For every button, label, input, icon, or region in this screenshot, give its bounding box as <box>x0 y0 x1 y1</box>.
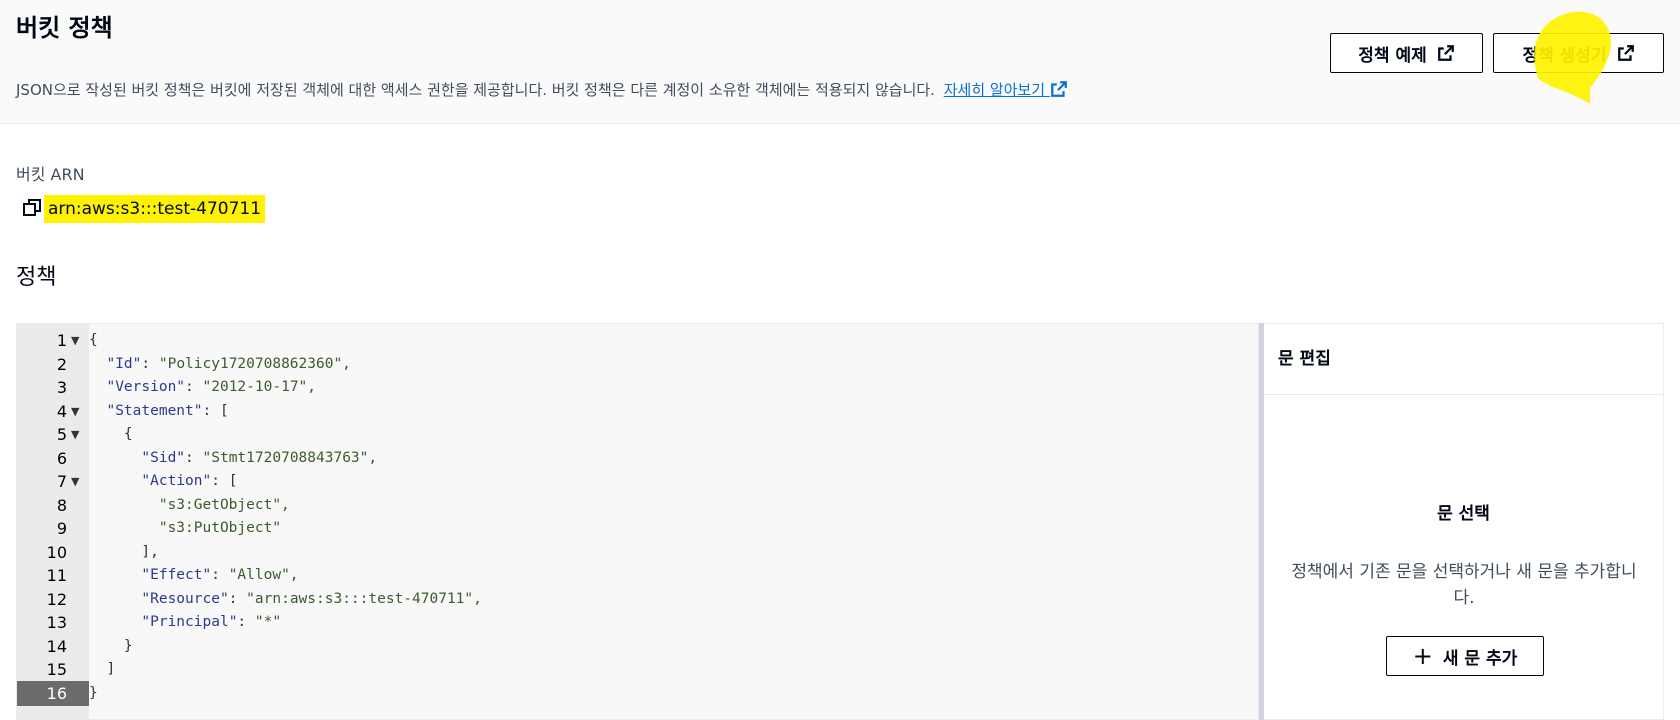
code-text: "s3:PutObject" <box>158 520 282 536</box>
code-line[interactable]: 15 ] <box>17 657 1258 682</box>
line-number: 6 <box>56 448 67 468</box>
code-line[interactable]: 5 ▼ { <box>17 422 1258 447</box>
code-text: { <box>89 332 98 348</box>
code-line[interactable]: 1 ▼ { <box>17 328 1258 353</box>
code-line[interactable]: 4 ▼ "Statement": [ <box>17 399 1258 424</box>
fold-toggle-icon[interactable]: ▼ <box>71 328 79 353</box>
line-number: 1 <box>56 331 67 350</box>
fold-toggle-icon[interactable]: ▼ <box>71 399 79 424</box>
code-line[interactable]: 3 "Version": "2012-10-17", <box>17 375 1258 400</box>
code-text: "s3:GetObject", <box>158 496 290 513</box>
add-new-statement-button[interactable]: + 새 문 추가 <box>1386 636 1544 676</box>
code-line[interactable]: 10 ], <box>17 540 1258 565</box>
line-number: 5 <box>56 425 67 444</box>
description-text: JSON으로 작성된 버킷 정책은 버킷에 저장된 객체에 대한 액세스 권한을… <box>16 81 935 99</box>
code-line[interactable]: 6 "Sid": "Stmt1720708843763", <box>17 446 1258 471</box>
line-number: 16 <box>17 680 89 706</box>
external-link-icon <box>1437 45 1454 61</box>
code-text: "Statement": [ <box>106 402 229 419</box>
code-line[interactable]: 12 "Resource": "arn:aws:s3:::test-470711… <box>17 587 1258 612</box>
code-text: "Action": [ <box>141 473 238 489</box>
code-text: "Sid": "Stmt1720708843763", <box>141 449 378 466</box>
policy-generator-button[interactable]: 정책 생성기 <box>1493 33 1664 73</box>
code-line[interactable]: 7 ▼ "Action": [ <box>17 469 1258 494</box>
page-title: 버킷 정책 <box>16 14 113 42</box>
edit-statement-panel: 문 편집 문 선택 정책에서 기존 문을 선택하거나 새 문을 추가합니다. +… <box>1264 323 1664 720</box>
code-line[interactable]: 11 "Effect": "Allow", <box>17 563 1258 588</box>
code-text: { <box>89 426 133 442</box>
code-text: ] <box>89 661 116 677</box>
code-line[interactable]: 16} <box>17 680 1258 706</box>
plus-icon: + <box>1412 642 1433 670</box>
copy-icon[interactable] <box>22 198 42 218</box>
code-line[interactable]: 9 "s3:PutObject" <box>17 516 1258 541</box>
side-panel-title: 문 편집 <box>1278 349 1331 369</box>
code-text: "Effect": "Allow", <box>141 567 299 583</box>
policy-examples-button[interactable]: 정책 예제 <box>1330 33 1483 73</box>
side-panel-header: 문 편집 <box>1264 324 1663 395</box>
policy-heading: 정책 <box>16 265 57 290</box>
select-statement-heading: 문 선택 <box>1437 504 1490 524</box>
fold-toggle-icon[interactable]: ▼ <box>71 422 79 447</box>
code-text: "Principal": "*" <box>141 614 282 630</box>
select-statement-description: 정책에서 기존 문을 선택하거나 새 문을 추가합니다. <box>1291 562 1637 608</box>
learn-more-text: 자세히 알아보기 <box>943 81 1046 99</box>
bucket-arn-label: 버킷 ARN <box>16 165 85 184</box>
line-number: 12 <box>46 589 67 609</box>
code-text: "Version": "2012-10-17", <box>106 379 317 395</box>
code-text: "Id": "Policy1720708862360", <box>106 355 351 372</box>
external-link-icon <box>1617 45 1634 61</box>
bucket-arn-value: arn:aws:s3:::test-470711 <box>44 195 266 223</box>
page-header: 버킷 정책 JSON으로 작성된 버킷 정책은 버킷에 저장된 객체에 대한 액… <box>0 0 1680 124</box>
code-text: "Resource": "arn:aws:s3:::test-470711", <box>141 590 482 607</box>
line-number: 13 <box>46 613 67 632</box>
code-text: ], <box>89 543 159 560</box>
line-number: 11 <box>46 566 67 585</box>
code-line[interactable]: 14 } <box>17 634 1258 659</box>
code-line[interactable]: 13 "Principal": "*" <box>17 610 1258 635</box>
policy-generator-label: 정책 생성기 <box>1522 45 1607 66</box>
external-link-icon <box>1051 81 1067 97</box>
code-text: } <box>89 684 98 701</box>
policy-examples-label: 정책 예제 <box>1358 45 1427 66</box>
code-line[interactable]: 2 "Id": "Policy1720708862360", <box>17 352 1258 377</box>
line-number: 9 <box>56 519 67 538</box>
line-number: 15 <box>46 660 67 679</box>
line-number: 10 <box>46 542 67 562</box>
code-line[interactable]: 8 "s3:GetObject", <box>17 493 1258 518</box>
policy-code-editor[interactable]: 1 ▼{2 "Id": "Policy1720708862360", 3 "Vers… <box>16 323 1259 720</box>
learn-more-link[interactable]: 자세히 알아보기 <box>944 81 1068 99</box>
add-statement-label: 새 문 추가 <box>1442 648 1518 669</box>
line-number: 7 <box>56 472 67 491</box>
line-number: 8 <box>56 495 67 515</box>
fold-toggle-icon[interactable]: ▼ <box>71 469 79 494</box>
line-number: 4 <box>56 401 67 421</box>
line-number: 14 <box>46 636 67 656</box>
line-number: 2 <box>56 354 67 374</box>
page-description: JSON으로 작성된 버킷 정책은 버킷에 저장된 객체에 대한 액세스 권한을… <box>16 79 1068 100</box>
line-number: 3 <box>56 378 67 397</box>
code-text: } <box>89 637 133 654</box>
